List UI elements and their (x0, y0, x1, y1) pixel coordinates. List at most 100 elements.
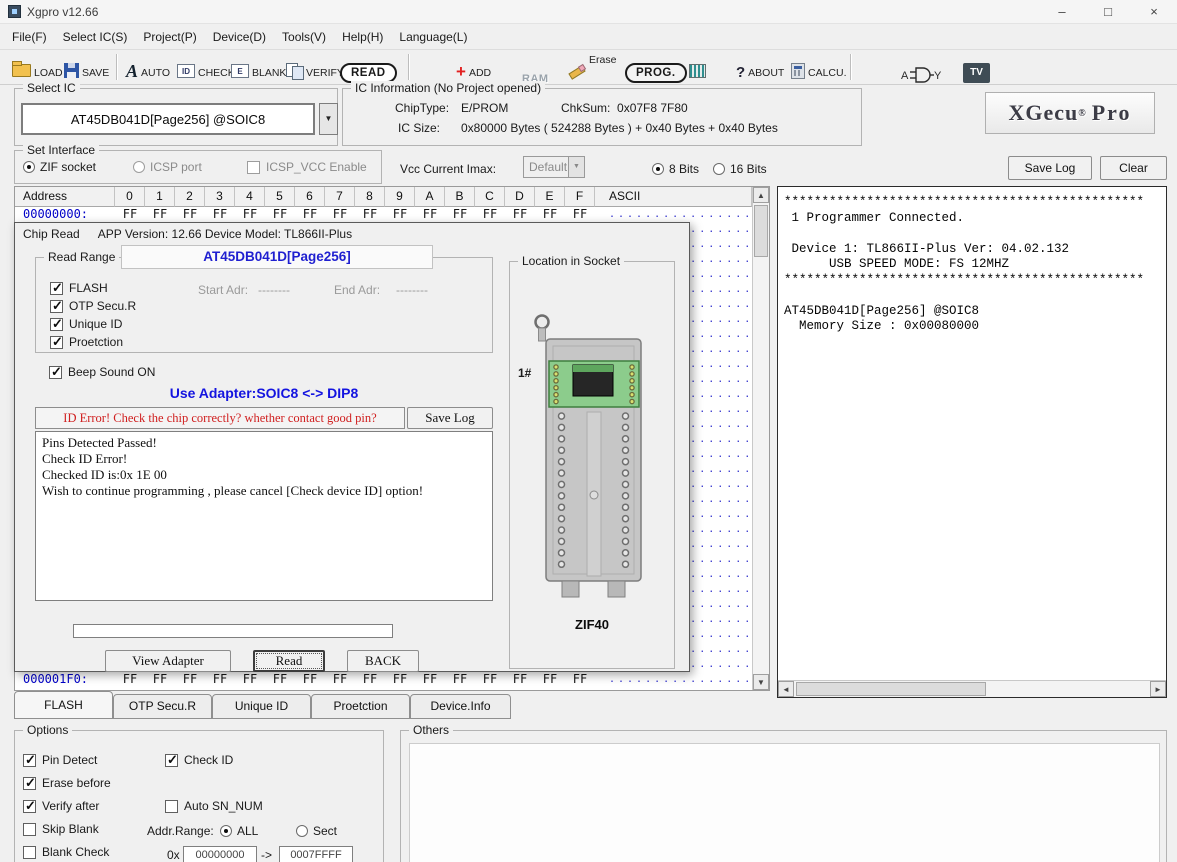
vcc-current-dropdown[interactable]: Default ▼ (523, 156, 585, 178)
window-controls: – □ × (1039, 0, 1177, 24)
8-bits-radio[interactable]: 8 Bits (652, 162, 699, 176)
minimize-button[interactable]: – (1039, 0, 1085, 24)
menu-select-ic[interactable]: Select IC(S) (55, 26, 136, 48)
flash-checkbox[interactable]: FLASH (50, 281, 108, 295)
scroll-down-arrow[interactable]: ▼ (753, 674, 769, 690)
tab-flash[interactable]: FLASH (14, 691, 113, 719)
prog-button[interactable]: PROG. (625, 56, 687, 83)
icsp-vcc-enable-checkbox[interactable]: ICSP_VCC Enable (247, 160, 367, 174)
read-button[interactable]: READ (340, 56, 397, 83)
prog-oval-label: PROG. (625, 63, 687, 83)
scrollbar-thumb[interactable] (754, 205, 768, 257)
read-range-legend: Read Range (44, 250, 119, 264)
add-plus-icon: + (456, 63, 466, 81)
erase-button[interactable]: Erase (568, 54, 616, 81)
blank-button[interactable]: E BLANK (231, 54, 286, 81)
range-arrow-label: -> (261, 848, 272, 862)
ic-grid-icon (689, 64, 706, 78)
dialog-title-bar[interactable]: Chip Read APP Version: 12.66 Device Mode… (15, 223, 689, 245)
read-range-group: Read Range FLASH OTP Secu.R Unique ID Pr… (35, 257, 493, 353)
add-button[interactable]: + ADD (456, 54, 491, 81)
zif-socket-radio[interactable]: ZIF socket (23, 160, 96, 174)
beep-sound-checkbox[interactable]: Beep Sound ON (49, 365, 155, 379)
checkbox-mark (50, 300, 63, 313)
scroll-right-arrow[interactable]: ► (1150, 681, 1166, 697)
verify-pages-icon (286, 63, 303, 79)
scrollbar-thumb[interactable] (796, 682, 986, 696)
otp-secur-checkbox[interactable]: OTP Secu.R (50, 299, 136, 313)
clear-button[interactable]: Clear (1100, 156, 1167, 180)
icsp-port-radio[interactable]: ICSP port (133, 160, 202, 174)
skip-blank-checkbox[interactable]: Skip Blank (23, 822, 99, 836)
back-button[interactable]: BACK (347, 650, 419, 672)
start-adr-label: Start Adr: (198, 283, 248, 297)
verify-button[interactable]: VERIFY (286, 54, 344, 81)
ic-test-button[interactable] (689, 54, 706, 81)
addr-range-label: Addr.Range: (147, 824, 214, 838)
menu-help[interactable]: Help(H) (334, 26, 391, 48)
hex-row: 000001F0:FFFFFFFFFFFFFFFFFFFFFFFFFFFFFFF… (15, 672, 752, 687)
checkbox-mark (50, 282, 63, 295)
save-button[interactable]: SAVE (64, 54, 109, 81)
radio-mark (652, 163, 664, 175)
others-group: Others (400, 730, 1167, 862)
about-button[interactable]: ? ABOUT (736, 54, 784, 81)
protection-checkbox[interactable]: Proetction (50, 335, 123, 349)
dialog-read-button[interactable]: Read (253, 650, 325, 672)
read-oval-label: READ (340, 63, 397, 83)
save-log-button[interactable]: Save Log (1008, 156, 1092, 180)
location-in-socket-group: Location in Socket 1# (509, 261, 675, 669)
auto-button[interactable]: A AUTO (126, 54, 170, 81)
menu-language[interactable]: Language(L) (391, 26, 475, 48)
tv-button[interactable]: TV (963, 56, 990, 83)
close-button[interactable]: × (1131, 0, 1177, 24)
calculator-button[interactable]: CALCU. (791, 54, 847, 81)
start-adr-value: -------- (258, 283, 290, 297)
checkbox-mark (247, 161, 260, 174)
load-folder-icon (12, 64, 31, 77)
tab-protection[interactable]: Proetction (311, 694, 410, 719)
menu-bar: File(F) Select IC(S) Project(P) Device(D… (0, 24, 1177, 50)
addr-range-all-radio[interactable]: ALL (220, 824, 258, 838)
hex-prefix-label: 0x (167, 848, 180, 862)
logic-test-button[interactable]: A Y (900, 58, 942, 85)
log-horizontal-scrollbar[interactable]: ◄ ► (778, 680, 1166, 697)
menu-tools[interactable]: Tools(V) (274, 26, 334, 48)
16-bits-radio[interactable]: 16 Bits (713, 162, 767, 176)
verify-after-checkbox[interactable]: Verify after (23, 799, 99, 813)
svg-text:Y: Y (934, 70, 942, 82)
check-id-checkbox[interactable]: Check ID (165, 753, 233, 767)
tab-unique-id[interactable]: Unique ID (212, 694, 311, 719)
view-adapter-button[interactable]: View Adapter (105, 650, 231, 672)
ic-select-combobox[interactable]: AT45DB041D[Page256] @SOIC8 (21, 103, 315, 135)
title-bar: Xgpro v12.66 – □ × (0, 0, 1177, 24)
tab-device-info[interactable]: Device.Info (410, 694, 511, 719)
unique-id-checkbox[interactable]: Unique ID (50, 317, 122, 331)
hex-header-address: Address (15, 187, 115, 207)
vcc-current-imax-label: Vcc Current Imax: (400, 162, 496, 176)
toolbar-separator (116, 54, 118, 80)
check-button[interactable]: ID CHECK (177, 54, 235, 81)
ic-select-dropdown-arrow[interactable]: ▼ (319, 103, 338, 135)
dialog-chip-title: AT45DB041D[Page256] (121, 245, 433, 269)
blank-check-checkbox[interactable]: Blank Check (23, 845, 109, 859)
range-from-input[interactable] (183, 846, 257, 862)
maximize-button[interactable]: □ (1085, 0, 1131, 24)
menu-device[interactable]: Device(D) (205, 26, 274, 48)
range-to-input[interactable] (279, 846, 353, 862)
hex-vertical-scrollbar[interactable]: ▲ ▼ (752, 187, 769, 690)
auto-sn-num-checkbox[interactable]: Auto SN_NUM (165, 799, 263, 813)
pin-detect-checkbox[interactable]: Pin Detect (23, 753, 97, 767)
checkbox-mark (23, 800, 36, 813)
load-button[interactable]: LOAD (12, 54, 63, 81)
chip-type-value: E/PROM (461, 101, 508, 115)
menu-file[interactable]: File(F) (4, 26, 55, 48)
erase-before-checkbox[interactable]: Erase before (23, 776, 111, 790)
radio-mark (133, 161, 145, 173)
dialog-save-log-button[interactable]: Save Log (407, 407, 493, 429)
tab-otp-secur[interactable]: OTP Secu.R (113, 694, 212, 719)
scroll-left-arrow[interactable]: ◄ (778, 681, 794, 697)
addr-range-sect-radio[interactable]: Sect (296, 824, 337, 838)
menu-project[interactable]: Project(P) (135, 26, 204, 48)
scroll-up-arrow[interactable]: ▲ (753, 187, 769, 203)
